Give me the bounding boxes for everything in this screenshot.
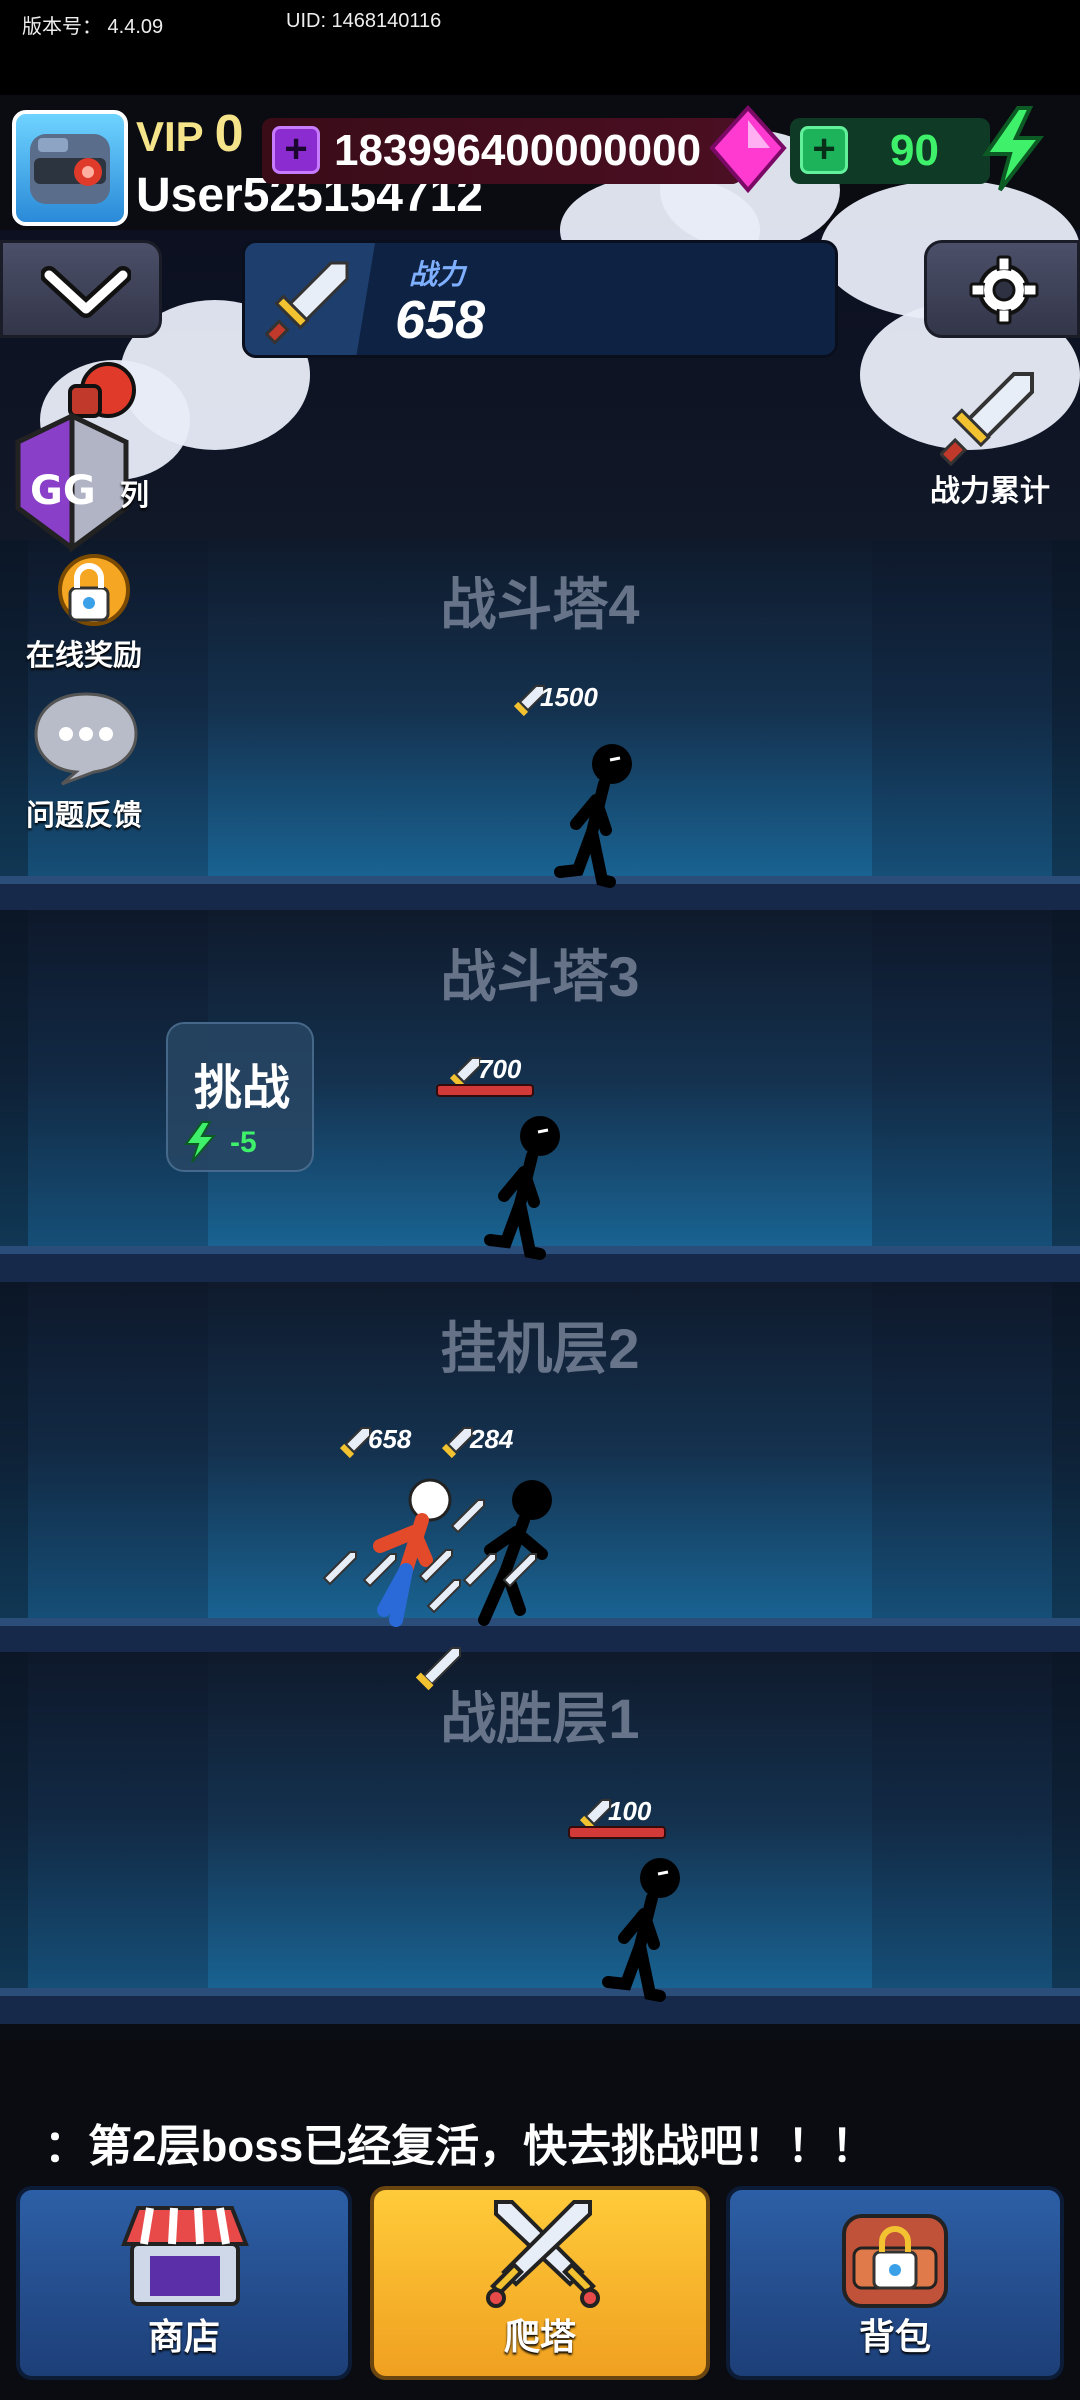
stickman-enemy[interactable] xyxy=(476,1112,576,1262)
collapse-menu-button[interactable] xyxy=(0,240,162,338)
robot-avatar-icon xyxy=(30,134,110,204)
floor-title: 战胜层1 xyxy=(440,1687,640,1750)
gem-icon xyxy=(709,105,787,194)
challenge-label: 挑战 xyxy=(193,1062,290,1115)
settings-button[interactable] xyxy=(924,240,1080,338)
combat-power-panel: 战力 658 xyxy=(242,240,838,358)
nav-shop-button[interactable]: 商店 xyxy=(16,2186,352,2380)
player-power-tag: 658 xyxy=(368,1424,412,1454)
vip-label: VIP xyxy=(136,113,203,160)
feedback-bubble-icon[interactable] xyxy=(32,688,140,786)
gg-label: GG xyxy=(30,468,96,514)
vip-level: 0 xyxy=(214,105,244,163)
enemy-power-tag: 100 xyxy=(608,1796,652,1826)
nav-tower-label: 爬塔 xyxy=(503,2316,576,2357)
backpack-icon xyxy=(842,2214,948,2308)
lightning-icon xyxy=(982,106,1045,192)
shop-icon xyxy=(121,2206,249,2306)
gear-icon xyxy=(969,255,1039,325)
sword-icon[interactable] xyxy=(940,370,1040,466)
battle-scene xyxy=(322,1478,552,1627)
nav-shop-label: 商店 xyxy=(147,2316,220,2357)
stickman-enemy[interactable] xyxy=(548,740,648,890)
nav-bag-label: 背包 xyxy=(858,2316,931,2357)
crossed-swords-icon xyxy=(486,2200,600,2308)
announcement-marquee: ：第2层boss已经复活，快去挑战吧！！！ xyxy=(44,2122,876,2171)
tower-floor-4: 战斗塔4 xyxy=(0,540,1080,912)
enemy-health-bar xyxy=(568,1826,666,1839)
chevron-down-icon xyxy=(41,266,131,318)
vip-badge: VIP 0 xyxy=(136,104,244,164)
locked-clock-icon[interactable] xyxy=(44,548,134,638)
floor-title: 战斗塔4 xyxy=(440,573,640,636)
gem-amount: 183996400000000 xyxy=(334,126,702,175)
enemy-health-bar xyxy=(436,1084,534,1097)
nav-tower-button[interactable]: 爬塔 xyxy=(370,2186,710,2380)
power-label: 战力 xyxy=(409,259,466,290)
challenge-cost: -5 xyxy=(230,1126,257,1159)
add-energy-button[interactable]: + xyxy=(800,126,848,174)
feedback-label[interactable]: 问题反馈 xyxy=(26,792,142,834)
version-label: 版本号： 4.4.09 xyxy=(22,16,164,38)
enemy-power-tag: 284 xyxy=(470,1424,514,1454)
lightning-icon xyxy=(184,1121,217,1163)
online-reward-label[interactable]: 在线奖励 xyxy=(26,632,142,674)
tower-floor-1: 战胜层1 xyxy=(0,1652,1080,2024)
stickman-enemy[interactable] xyxy=(478,1480,552,1626)
sword-icon xyxy=(265,261,349,345)
gg-shield-icon[interactable]: GG xyxy=(10,412,134,552)
nav-bag-button[interactable]: 背包 xyxy=(726,2186,1064,2380)
side-menu-partial-label: 列 xyxy=(120,480,150,512)
energy-amount: 90 xyxy=(890,126,939,175)
sword-small-icon xyxy=(415,1647,461,1691)
challenge-button[interactable]: 挑战 -5 xyxy=(166,1022,314,1172)
enemy-power-tag: 700 xyxy=(478,1054,522,1084)
power-value: 658 xyxy=(395,290,486,350)
floor-title: 挂机层2 xyxy=(440,1317,640,1380)
add-gems-button[interactable]: + xyxy=(272,126,320,174)
stickman-enemy[interactable] xyxy=(596,1854,696,2004)
floor-title: 战斗塔3 xyxy=(440,945,640,1008)
enemy-power-tag: 1500 xyxy=(540,682,598,712)
avatar[interactable] xyxy=(12,110,128,226)
accum-power-label[interactable]: 战力累计 xyxy=(930,466,1050,510)
uid-label: UID: 1468140116 xyxy=(286,10,442,32)
